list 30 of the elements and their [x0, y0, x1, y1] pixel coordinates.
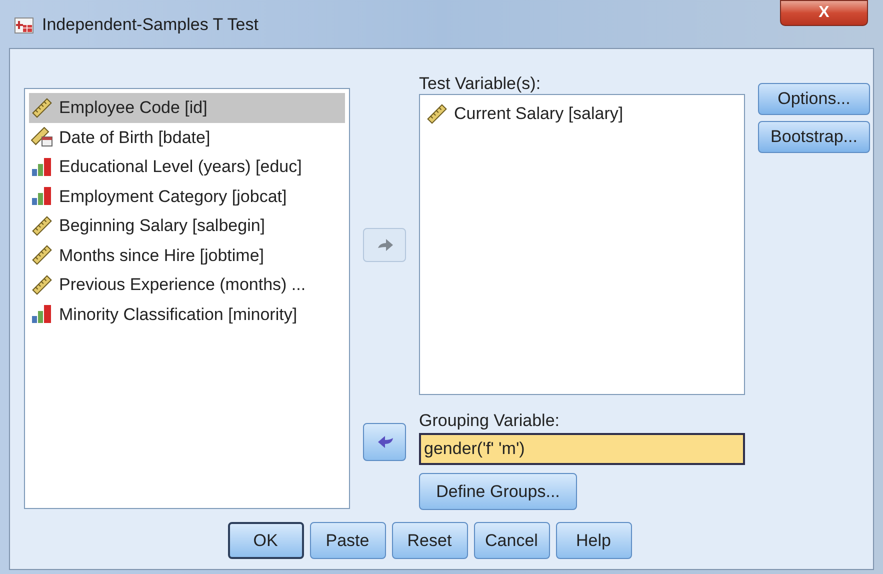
test-variables-label: Test Variable(s): [419, 75, 542, 93]
variable-item[interactable]: Previous Experience (months) ... [29, 270, 345, 300]
bar-chart-icon [31, 156, 53, 177]
variable-item[interactable]: Beginning Salary [salbegin] [29, 211, 345, 240]
variable-item[interactable]: Employment Category [jobcat] [29, 182, 345, 211]
variable-item[interactable]: Months since Hire [jobtime] [29, 240, 345, 270]
dialog-button[interactable]: Bootstrap... [758, 121, 870, 153]
move-left-button[interactable] [363, 423, 406, 461]
left-arrow-icon [376, 435, 394, 449]
app-icon [14, 16, 34, 34]
right-arrow-icon [376, 238, 394, 252]
dialog-button[interactable]: OK [228, 522, 304, 559]
bar-chart-icon [31, 186, 53, 206]
dialog-button[interactable]: Help [556, 522, 632, 559]
define-groups-button[interactable]: Define Groups... [419, 473, 577, 510]
variable-item[interactable]: Employee Code [id] [29, 93, 345, 122]
bar-chart-icon [31, 304, 53, 324]
dialog-button[interactable]: Paste [310, 522, 386, 559]
ruler-calendar-icon [31, 127, 53, 148]
grouping-variable-field[interactable]: gender('f' 'm') [419, 433, 745, 465]
grouping-variable-label: Grouping Variable: [419, 412, 560, 430]
window-title: Independent-Samples T Test [42, 14, 258, 36]
dialog-button[interactable]: Options... [758, 83, 870, 115]
variable-item[interactable]: Date of Birth [bdate] [29, 122, 345, 152]
dialog-button[interactable]: Reset [392, 522, 468, 559]
variable-item[interactable]: Minority Classification [minority] [29, 300, 345, 329]
variable-item[interactable]: Current Salary [salary] [424, 99, 740, 128]
close-button[interactable]: X [780, 0, 868, 26]
variable-item[interactable]: Educational Level (years) [educ] [29, 152, 345, 182]
dialog-button[interactable]: Cancel [474, 522, 550, 559]
